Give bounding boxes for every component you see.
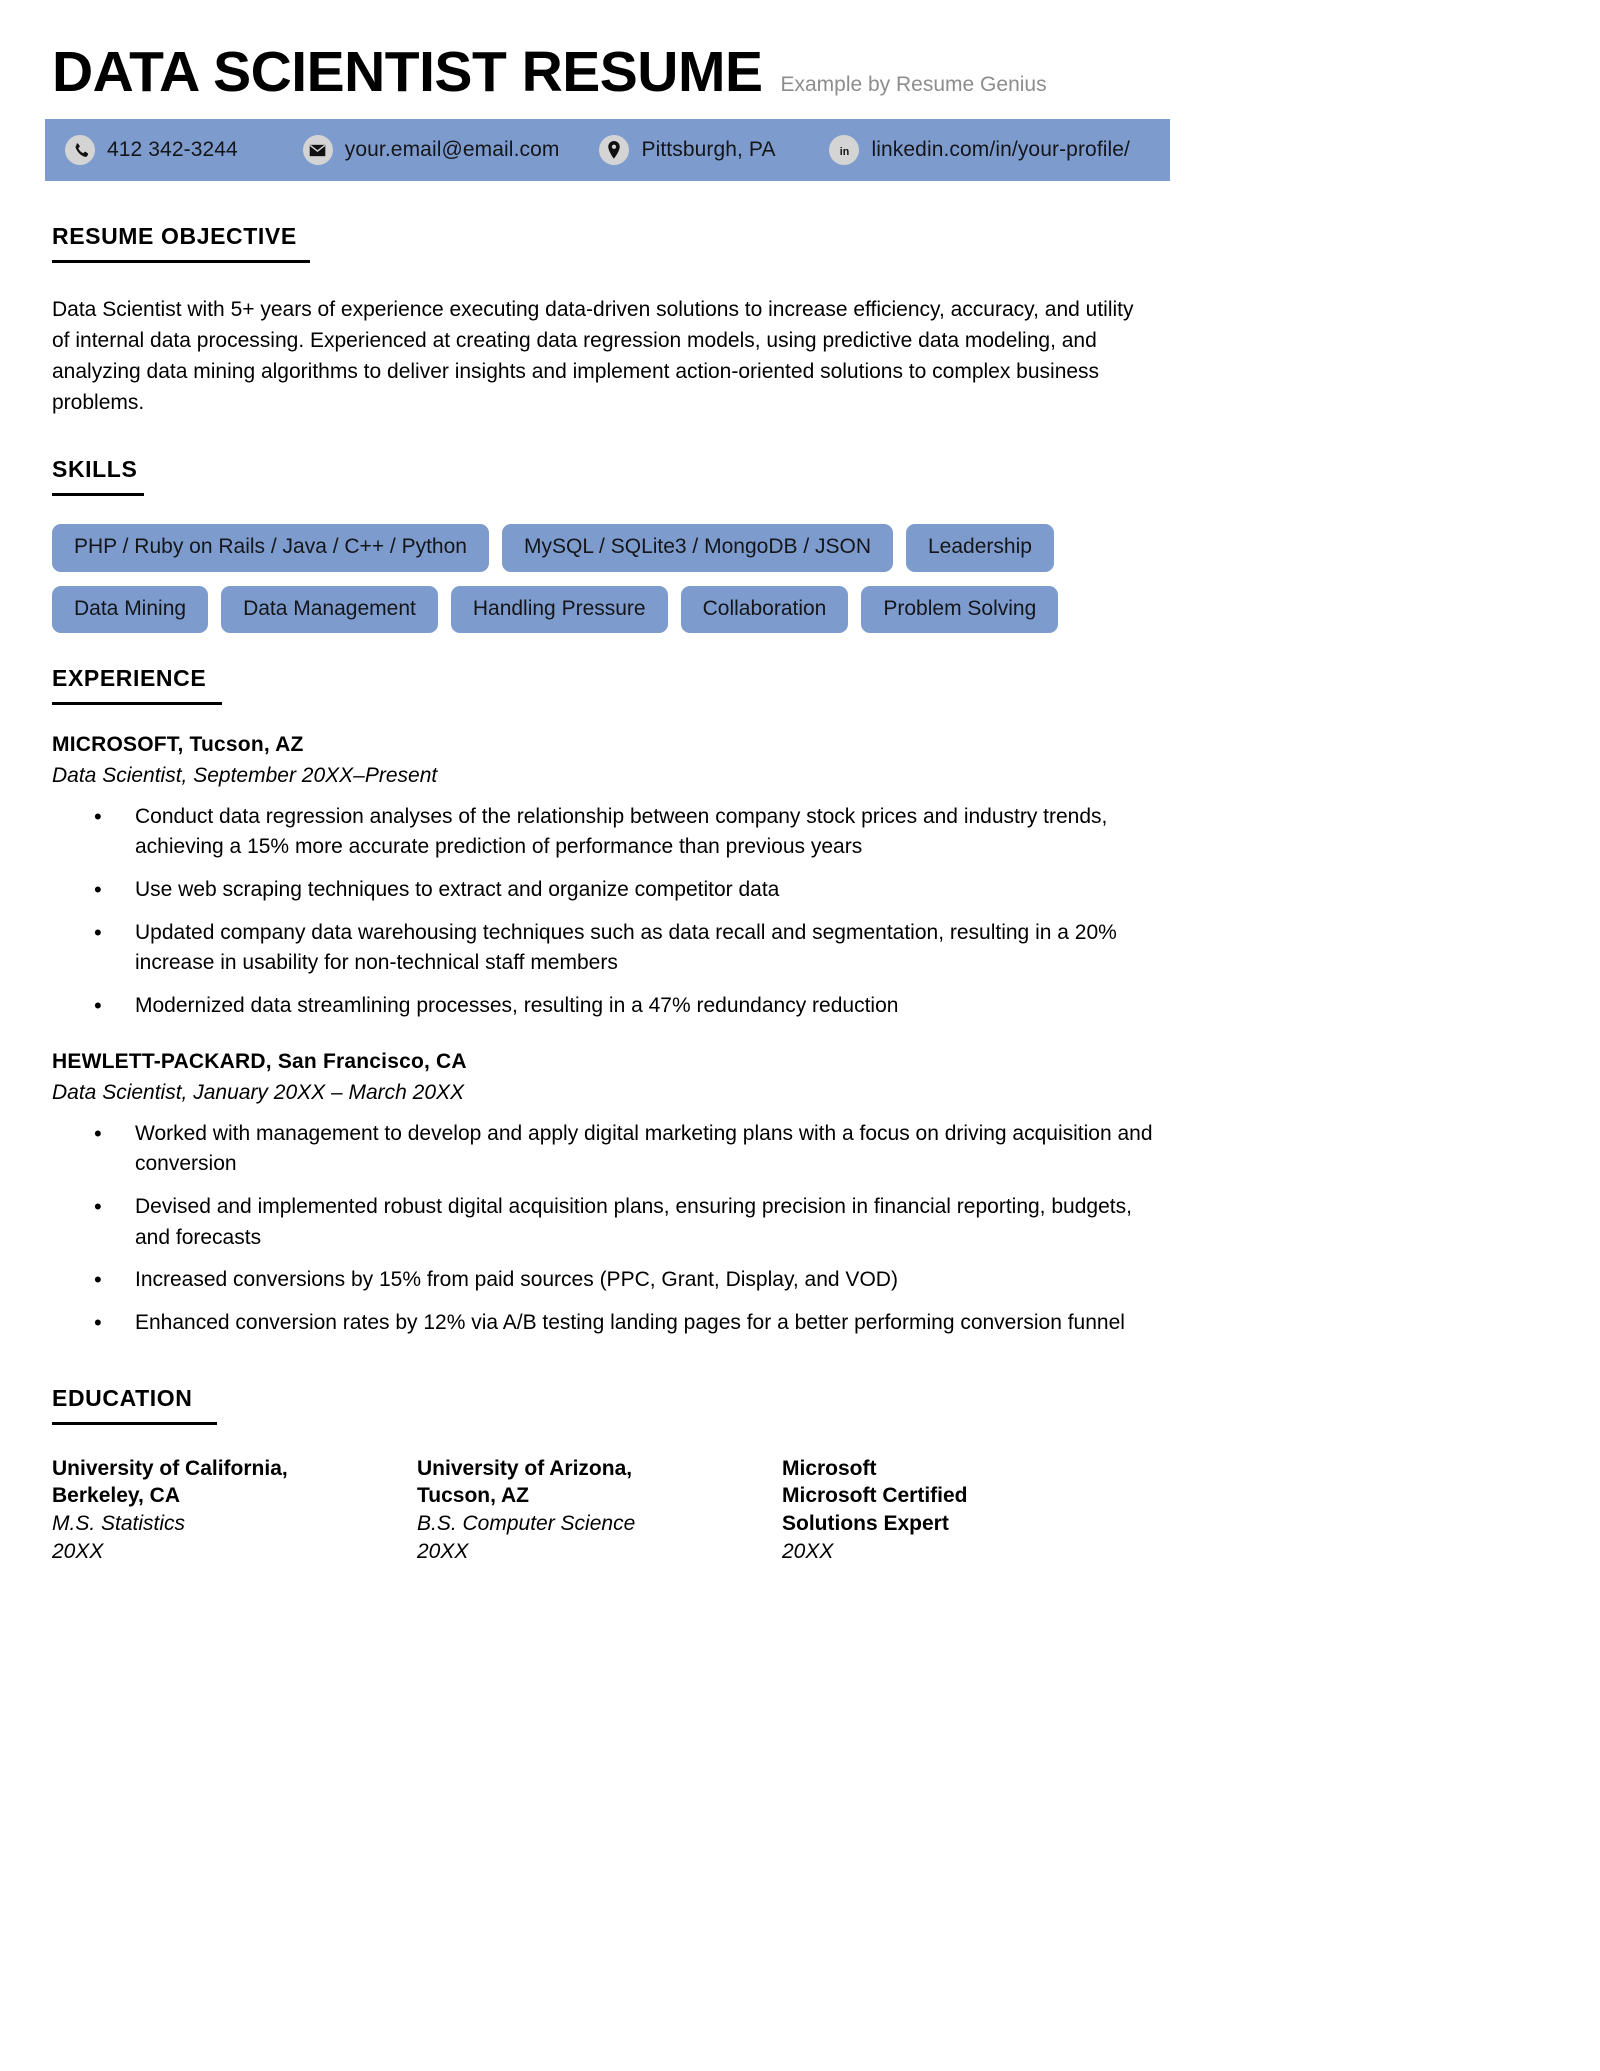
section-skills: SKILLS PHP / Ruby on Rails / Java / C++ … (0, 456, 1215, 633)
education-columns: University of California, Berkeley, CA M.S… (52, 1455, 1172, 1567)
skill-pill: Data Management (221, 585, 438, 633)
contact-item-location-pin[interactable]: Pittsburgh, PA (599, 135, 789, 165)
school-name: Microsoft (782, 1456, 877, 1480)
contact-item-envelope[interactable]: your.email@email.com (302, 135, 560, 165)
school-name: Berkeley, CA (52, 1484, 181, 1508)
employer-and-location: MICROSOFT, Tucson, AZ (52, 732, 304, 756)
contact-value: your.email@email.com (344, 138, 560, 161)
education-entry: University of California, Berkeley, CA M.S… (52, 1455, 417, 1567)
job-bullet: Modernized data streamlining processes, … (90, 990, 1170, 1022)
phone-icon (65, 135, 95, 165)
location-pin-icon (599, 135, 630, 165)
section-heading-skills: SKILLS (52, 456, 138, 483)
skill-pill: Handling Pressure (450, 585, 668, 633)
graduation-year: 20XX (52, 1540, 104, 1564)
objective-paragraph: Data Scientist with 5+ years of experien… (52, 298, 1134, 414)
contact-item-linkedin[interactable]: in linkedin.com/in/your-profile/ (829, 135, 1130, 165)
education-entry: University of Arizona, Tucson, AZ B.S. Com… (417, 1455, 782, 1567)
school-name: Microsoft Certified (782, 1484, 968, 1508)
byline: Example by Resume Genius (780, 73, 1047, 96)
job-bullet: Increased conversions by 15% from paid s… (90, 1264, 1170, 1296)
section-heading-experience: EXPERIENCE (52, 664, 207, 691)
job-bullet: Use web scraping techniques to extract a… (90, 874, 1170, 906)
contact-value: Pittsburgh, PA (641, 138, 776, 161)
section-heading-education: EDUCATION (52, 1384, 193, 1411)
envelope-icon (302, 135, 333, 165)
education-entry: Microsoft Microsoft Certified Solutions Ex… (782, 1455, 1147, 1567)
experience-entry: MICROSOFT, Tucson, AZ Data Scientist, Sep… (52, 733, 1170, 1022)
skill-pill: Data Mining (52, 585, 209, 633)
resume-header: DATA SCIENTIST RESUME Example by Resume … (0, 0, 1215, 119)
school-name: University of California, (52, 1456, 288, 1480)
skills-pill-list: PHP / Ruby on Rails / Java / C++ / Pytho… (52, 524, 1172, 633)
section-heading-objective: RESUME OBJECTIVE (52, 223, 297, 249)
contact-bar: 412 342-3244 your.email@email.com Pittsbur… (45, 119, 1170, 181)
section-rule (52, 1421, 217, 1425)
graduation-year: 20XX (782, 1540, 834, 1564)
job-bullet-list: Worked with management to develop and ap… (52, 1118, 1170, 1339)
job-bullet: Conduct data regression analyses of the … (90, 801, 1170, 863)
section-rule (52, 701, 222, 705)
skill-pill: Problem Solving (861, 585, 1059, 633)
graduation-year: 20XX (417, 1540, 469, 1564)
experience-job-list: MICROSOFT, Tucson, AZ Data Scientist, Sep… (52, 733, 1170, 1339)
skill-pill: PHP / Ruby on Rails / Java / C++ / Pytho… (52, 524, 489, 572)
linkedin-icon: in (829, 135, 860, 165)
svg-text:in: in (840, 145, 849, 157)
school-name: University of Arizona, (417, 1456, 633, 1480)
experience-entry: HEWLETT-PACKARD, San Francisco, CA Data S… (52, 1050, 1170, 1339)
section-education: EDUCATION University of California, Berke… (0, 1385, 1215, 1567)
degree-name: B.S. Computer Science (417, 1512, 636, 1536)
section-experience: EXPERIENCE MICROSOFT, Tucson, AZ Data Sci… (0, 665, 1215, 1339)
section-rule (52, 260, 310, 263)
job-bullet: Devised and implemented robust digital a… (90, 1191, 1170, 1253)
page-title: DATA SCIENTIST RESUME (52, 40, 763, 104)
resume-sheet: DATA SCIENTIST RESUME Example by Resume … (0, 0, 1215, 1566)
contact-value: linkedin.com/in/your-profile/ (871, 138, 1130, 161)
job-bullet: Enhanced conversion rates by 12% via A/B… (90, 1307, 1170, 1339)
section-resume-objective: RESUME OBJECTIVE Data Scientist with 5+ … (0, 223, 1215, 418)
school-name: Solutions Expert (782, 1512, 949, 1536)
contact-value: 412 342-3244 (107, 138, 238, 161)
degree-name: M.S. Statistics (52, 1512, 186, 1536)
job-title-and-dates: Data Scientist, January 20XX – March 20X… (52, 1080, 465, 1104)
section-rule (52, 493, 144, 497)
school-name: Tucson, AZ (417, 1484, 529, 1508)
skill-pill: MySQL / SQLite3 / MongoDB / JSON (501, 524, 893, 572)
resume-page: DATA SCIENTIST RESUME Example by Resume … (0, 0, 1600, 2071)
skill-pill: Collaboration (680, 585, 849, 633)
contact-item-phone[interactable]: 412 342-3244 (65, 135, 263, 165)
job-title-and-dates: Data Scientist, September 20XX–Present (52, 763, 438, 787)
skill-pill: Leadership (906, 524, 1054, 572)
job-bullet-list: Conduct data regression analyses of the … (52, 801, 1170, 1022)
job-bullet: Updated company data warehousing techniq… (90, 917, 1170, 979)
job-bullet: Worked with management to develop and ap… (90, 1118, 1170, 1180)
employer-and-location: HEWLETT-PACKARD, San Francisco, CA (52, 1049, 467, 1073)
